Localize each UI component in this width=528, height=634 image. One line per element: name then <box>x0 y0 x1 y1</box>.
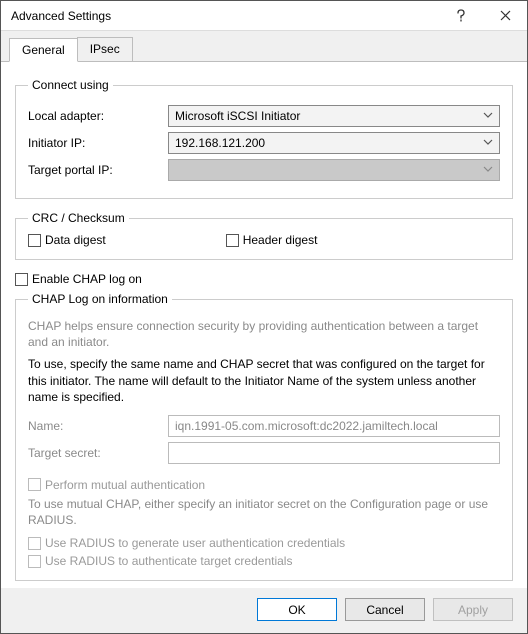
tab-content: Connect using Local adapter: Microsoft i… <box>1 62 527 588</box>
enable-chap-checkbox[interactable]: Enable CHAP log on <box>15 272 513 286</box>
checkbox-icon <box>28 478 41 491</box>
chap-secret-label: Target secret: <box>28 446 168 460</box>
connect-using-legend: Connect using <box>28 78 113 92</box>
chap-legend: CHAP Log on information <box>28 292 172 306</box>
tab-general[interactable]: General <box>9 38 78 62</box>
crc-group: CRC / Checksum Data digest Header digest <box>15 211 513 260</box>
target-portal-ip-select <box>168 159 500 181</box>
data-digest-label: Data digest <box>45 233 106 247</box>
connect-using-group: Connect using Local adapter: Microsoft i… <box>15 78 513 199</box>
crc-legend: CRC / Checksum <box>28 211 129 225</box>
button-bar: OK Cancel Apply <box>1 588 527 633</box>
chevron-down-icon <box>483 136 493 148</box>
initiator-ip-value: 192.168.121.200 <box>175 136 265 150</box>
radius-generate-checkbox: Use RADIUS to generate user authenticati… <box>28 536 500 550</box>
header-digest-label: Header digest <box>243 233 318 247</box>
target-portal-ip-label: Target portal IP: <box>28 163 168 177</box>
initiator-ip-select[interactable]: 192.168.121.200 <box>168 132 500 154</box>
window-title: Advanced Settings <box>11 9 439 23</box>
initiator-ip-label: Initiator IP: <box>28 136 168 150</box>
local-adapter-select[interactable]: Microsoft iSCSI Initiator <box>168 105 500 127</box>
mutual-auth-checkbox: Perform mutual authentication <box>28 478 500 492</box>
tab-strip: General IPsec <box>1 31 527 62</box>
radius-generate-label: Use RADIUS to generate user authenticati… <box>45 536 345 550</box>
chap-name-value: iqn.1991-05.com.microsoft:dc2022.jamilte… <box>175 419 438 433</box>
chap-group: CHAP Log on information CHAP helps ensur… <box>15 292 513 581</box>
chap-secret-input <box>168 442 500 464</box>
local-adapter-label: Local adapter: <box>28 109 168 123</box>
header-digest-checkbox[interactable]: Header digest <box>226 233 318 247</box>
radius-auth-label: Use RADIUS to authenticate target creden… <box>45 554 292 568</box>
data-digest-checkbox[interactable]: Data digest <box>28 233 106 247</box>
checkbox-icon <box>226 234 239 247</box>
close-button[interactable] <box>483 1 527 31</box>
chap-help2: To use, specify the same name and CHAP s… <box>28 356 500 405</box>
chevron-down-icon <box>483 109 493 121</box>
mutual-help: To use mutual CHAP, either specify an in… <box>28 496 500 528</box>
title-bar: Advanced Settings <box>1 1 527 31</box>
cancel-button[interactable]: Cancel <box>345 598 425 621</box>
chevron-down-icon <box>483 163 493 175</box>
checkbox-icon <box>28 537 41 550</box>
chap-name-label: Name: <box>28 419 168 433</box>
checkbox-icon <box>28 234 41 247</box>
chap-help1: CHAP helps ensure connection security by… <box>28 318 500 350</box>
local-adapter-value: Microsoft iSCSI Initiator <box>175 109 300 123</box>
chap-name-input: iqn.1991-05.com.microsoft:dc2022.jamilte… <box>168 415 500 437</box>
checkbox-icon <box>15 273 28 286</box>
radius-auth-checkbox: Use RADIUS to authenticate target creden… <box>28 554 500 568</box>
checkbox-icon <box>28 555 41 568</box>
help-icon <box>456 9 466 23</box>
ok-button[interactable]: OK <box>257 598 337 621</box>
close-icon <box>500 10 511 21</box>
enable-chap-label: Enable CHAP log on <box>32 272 142 286</box>
help-button[interactable] <box>439 1 483 31</box>
tab-ipsec[interactable]: IPsec <box>77 37 133 61</box>
apply-button: Apply <box>433 598 513 621</box>
mutual-auth-label: Perform mutual authentication <box>45 478 205 492</box>
